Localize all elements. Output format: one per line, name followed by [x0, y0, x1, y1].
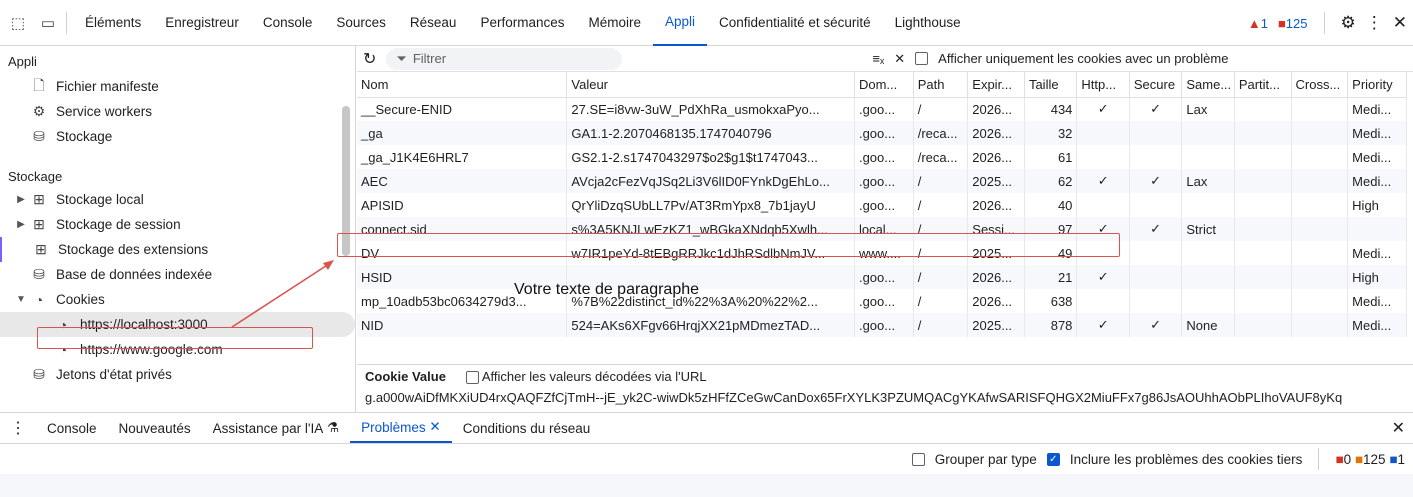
- drawer-menu-icon[interactable]: ⋮: [0, 418, 36, 438]
- issues-list-area: [0, 474, 1413, 497]
- close-tab-icon[interactable]: ✕: [429, 419, 440, 435]
- drawer-tab-console[interactable]: Console: [36, 413, 108, 443]
- group-by-type-label: Grouper par type: [934, 451, 1037, 467]
- drawer-tab-whats-new[interactable]: Nouveautés: [108, 413, 202, 443]
- drawer-tabbar: ⋮ Console Nouveautés Assistance par l'IA…: [0, 412, 1413, 444]
- issue-counts[interactable]: ■0 ■125 ■1: [1335, 452, 1405, 467]
- close-drawer-icon[interactable]: ✕: [1392, 418, 1405, 438]
- error-flag-icon: ■: [1335, 451, 1344, 467]
- third-party-label: Inclure les problèmes des cookies tiers: [1069, 451, 1303, 467]
- third-party-checkbox[interactable]: ✓: [1046, 452, 1060, 466]
- warning-flag-icon: ■: [1354, 451, 1364, 467]
- drawer-tab-network-conditions[interactable]: Conditions du réseau: [452, 413, 602, 443]
- drawer-tab-ai-assistance[interactable]: Assistance par l'IA ⚗: [202, 413, 351, 443]
- overlay-paragraph-text: Votre texte de paragraphe: [514, 281, 700, 298]
- drawer-tab-issues[interactable]: Problèmes ✕: [350, 413, 452, 443]
- issues-toolbar: Grouper par type ✓ Inclure les problèmes…: [0, 444, 1413, 474]
- divider: [1318, 448, 1320, 470]
- group-by-type-checkbox[interactable]: [911, 452, 925, 466]
- flask-icon: ⚗: [326, 420, 340, 435]
